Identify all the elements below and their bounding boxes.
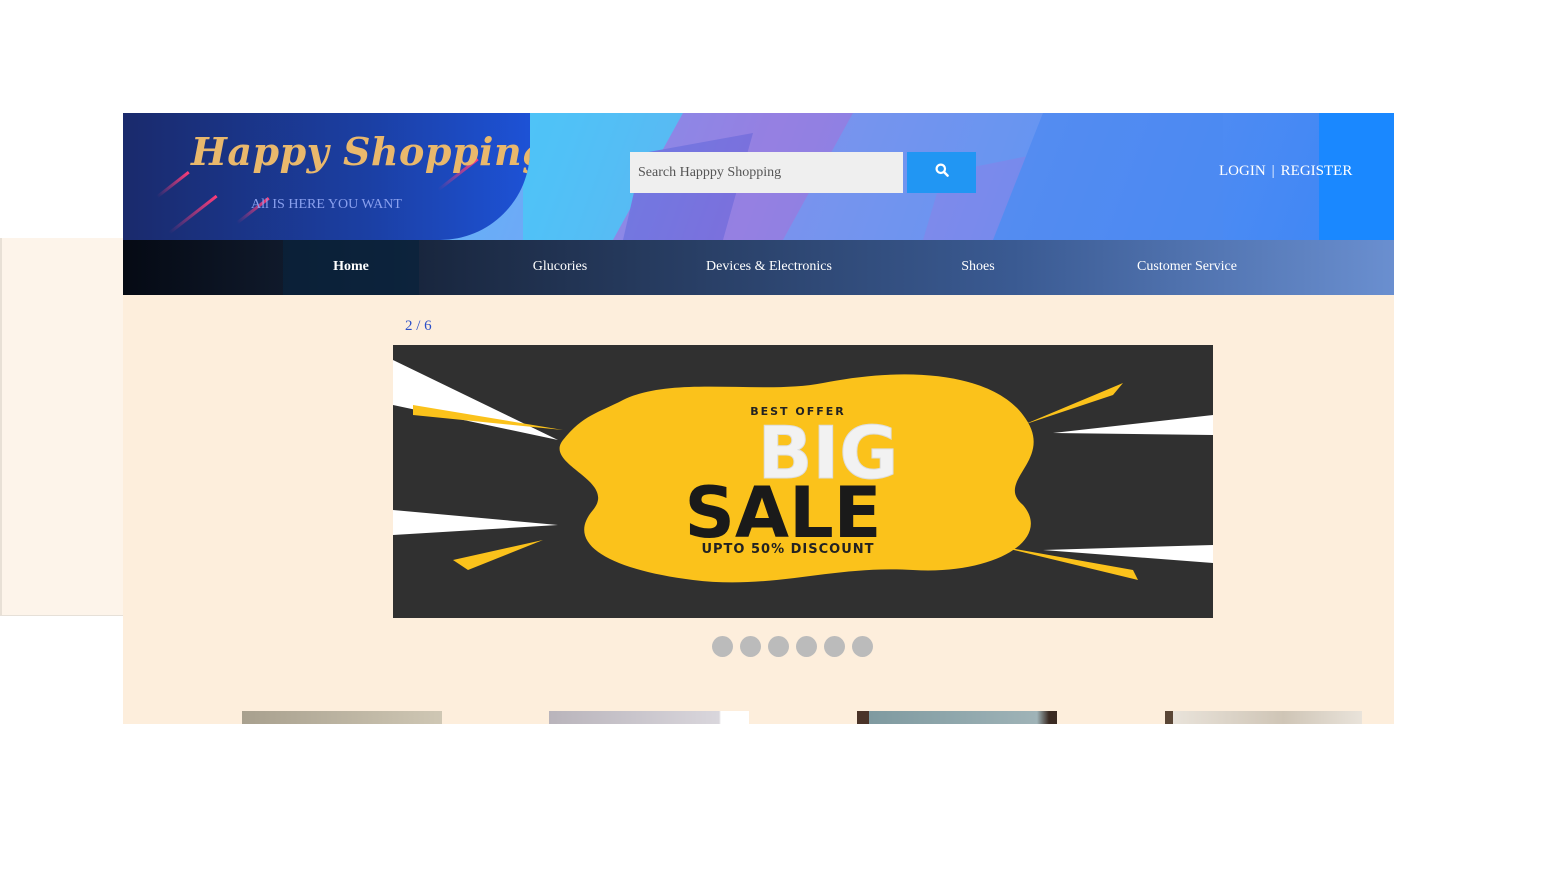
product-thumbnail[interactable] — [549, 711, 749, 724]
nav-item-home[interactable]: Home — [283, 240, 419, 295]
product-thumbnail[interactable] — [857, 711, 1057, 724]
site-container: Happy Shopping All IS HERE YOU WANT LOGI… — [123, 113, 1394, 724]
nav-item-glucories[interactable]: Glucories — [503, 240, 617, 295]
search-icon — [935, 163, 949, 182]
search-input[interactable] — [630, 152, 903, 193]
login-link[interactable]: LOGIN — [1219, 163, 1266, 179]
sale-banner-image: BEST OFFER BIG SALE UPTO 50% DISCOUNT — [393, 345, 1213, 618]
nav-item-devices-electronics[interactable]: Devices & Electronics — [693, 240, 845, 295]
slide-dot-2[interactable] — [740, 636, 761, 657]
slide-dot-1[interactable] — [712, 636, 733, 657]
brand-title[interactable]: Happy Shopping — [191, 129, 530, 174]
slide-dot-5[interactable] — [824, 636, 845, 657]
brand-panel: Happy Shopping All IS HERE YOU WANT — [123, 113, 530, 240]
slide-dot-3[interactable] — [768, 636, 789, 657]
slide-counter: 2 / 6 — [405, 318, 432, 334]
nav-item-shoes[interactable]: Shoes — [933, 240, 1023, 295]
slide-dot-6[interactable] — [852, 636, 873, 657]
brand-tagline: All IS HERE YOU WANT — [251, 197, 402, 212]
nav-item-customer-service[interactable]: Customer Service — [1123, 240, 1251, 295]
slide-dots — [712, 636, 873, 657]
auth-separator: | — [1271, 163, 1275, 179]
search-button[interactable] — [907, 152, 976, 193]
auth-links: LOGIN | REGISTER — [1219, 163, 1352, 180]
header: Happy Shopping All IS HERE YOU WANT LOGI… — [123, 113, 1394, 240]
product-thumbnail[interactable] — [1165, 711, 1362, 724]
banner-subline: UPTO 50% DISCOUNT — [701, 542, 874, 557]
left-edge-fragment — [0, 238, 123, 616]
sale-banner-slide[interactable]: BEST OFFER BIG SALE UPTO 50% DISCOUNT — [393, 345, 1213, 618]
product-thumbnail[interactable] — [242, 711, 442, 724]
main-nav: Home Glucories Devices & Electronics Sho… — [123, 240, 1394, 295]
slide-dot-4[interactable] — [796, 636, 817, 657]
register-link[interactable]: REGISTER — [1281, 163, 1353, 179]
